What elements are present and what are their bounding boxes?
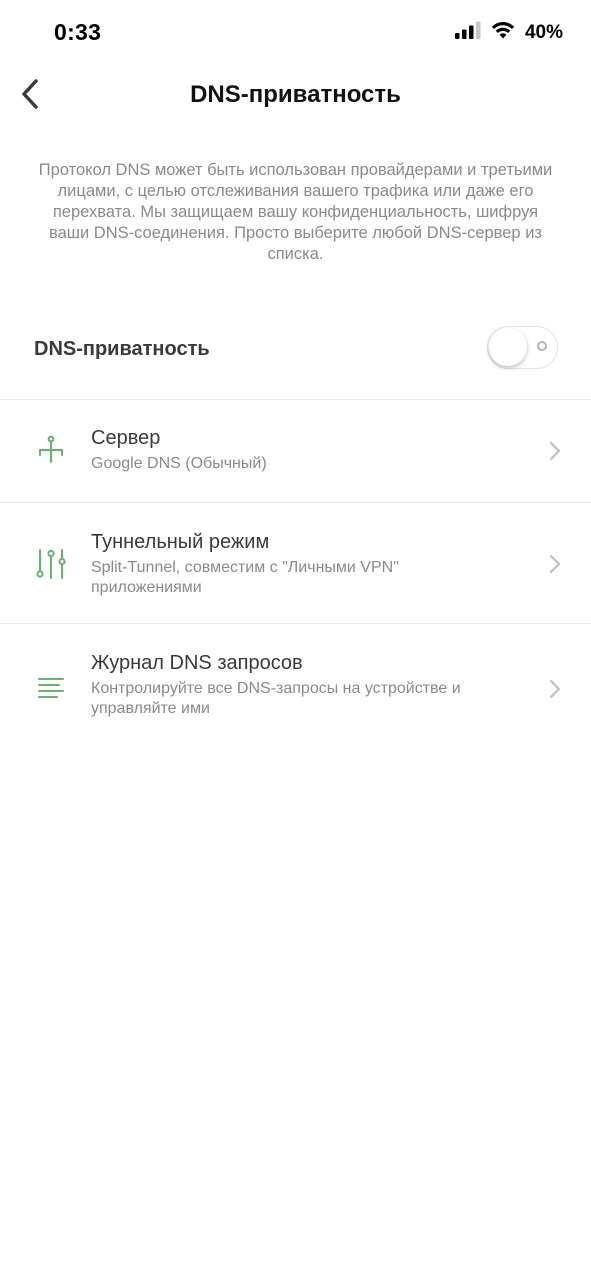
navigation-header: DNS-приватность — [0, 66, 591, 126]
description-text: Протокол DNS может быть использован пров… — [38, 161, 553, 263]
toggle-knob — [489, 328, 527, 366]
dns-log-subtitle: Контролируйте все DNS-запросы на устройс… — [91, 680, 461, 717]
chevron-right-icon — [547, 440, 563, 462]
dns-privacy-toggle-row: DNS-приватность — [0, 302, 591, 400]
cellular-signal-icon — [454, 21, 481, 44]
list-item-tunnel-mode[interactable]: Туннельный режим Split-Tunnel, совместим… — [0, 503, 591, 624]
list-item-dns-log[interactable]: Журнал DNS запросов Контролируйте все DN… — [0, 624, 591, 734]
dns-log-title: Журнал DNS запросов — [91, 652, 303, 674]
toggle-label: DNS-приватность — [34, 338, 210, 360]
server-network-icon — [34, 433, 68, 467]
list-lines-icon — [34, 671, 68, 705]
tunnel-mode-title: Туннельный режим — [91, 531, 270, 553]
chevron-right-icon — [547, 553, 563, 575]
server-subtitle: Google DNS (Обычный) — [91, 455, 267, 472]
status-bar: 0:33 40% — [0, 0, 591, 66]
tunnel-mode-subtitle: Split-Tunnel, совместим с "Личными VPN" … — [91, 559, 399, 596]
status-indicators: 40% — [454, 21, 563, 44]
chevron-right-icon — [547, 678, 563, 700]
list-item-server[interactable]: Сервер Google DNS (Обычный) — [0, 400, 591, 503]
wifi-icon — [491, 21, 515, 44]
toggle-off-indicator — [537, 341, 547, 351]
server-title: Сервер — [91, 427, 161, 449]
sliders-icon — [34, 547, 68, 581]
battery-percentage: 40% — [524, 21, 563, 43]
dns-privacy-toggle[interactable] — [487, 326, 558, 369]
page-title: DNS-приватность — [190, 81, 401, 108]
status-time: 0:33 — [54, 19, 102, 45]
